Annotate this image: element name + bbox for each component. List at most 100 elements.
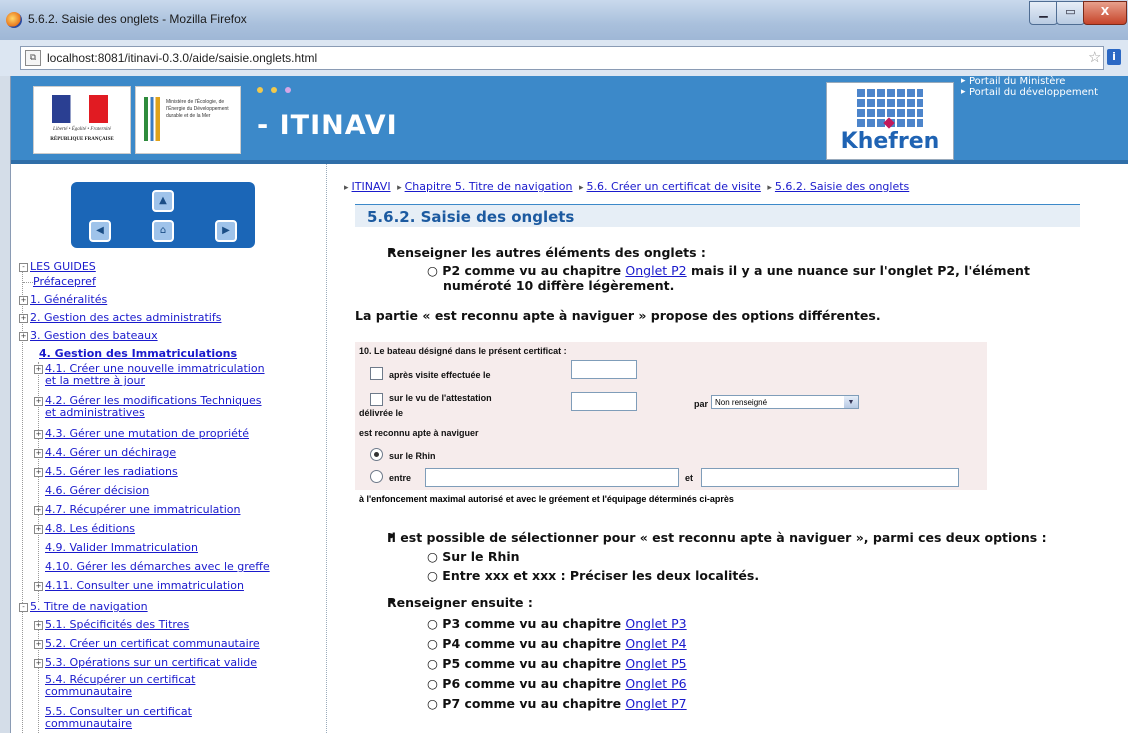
address-bar[interactable]: ⧉ localhost:8081/itinavi-0.3.0/aide/sais… [20, 46, 1104, 70]
tree-item[interactable]: 5.5. Consulter un certificat communautair… [45, 706, 192, 730]
expand-toggle-icon[interactable]: + [19, 295, 28, 305]
tree-item-label[interactable]: 5.2. Créer un certificat communautaire [45, 637, 260, 650]
sub-item-text: P6 comme vu au chapitre [442, 676, 626, 691]
tree-item[interactable]: +4.8. Les éditions [34, 522, 135, 535]
minimize-button[interactable]: ▁ [1029, 1, 1058, 25]
visit-checkbox[interactable] [370, 367, 383, 380]
par-select[interactable]: Non renseigné ▼ [711, 395, 859, 409]
entre-to-input[interactable] [701, 468, 959, 487]
tree-item[interactable]: 4.6. Gérer décision [45, 484, 149, 497]
rf-motto: Liberté • Égalité • Fraternité [53, 127, 111, 132]
tree-item-label[interactable]: 4.9. Valider Immatriculation [45, 541, 198, 554]
expand-toggle-icon[interactable]: + [34, 505, 43, 515]
close-button[interactable]: X [1083, 1, 1127, 25]
tree-item[interactable]: +1. Généralités [19, 293, 107, 306]
tree-item-label[interactable]: 4.7. Récupérer une immatriculation [45, 503, 240, 516]
maximize-button[interactable]: ▭ [1056, 1, 1085, 25]
tree-root[interactable]: - LES GUIDES [19, 260, 96, 273]
tree-item-label[interactable]: 2. Gestion des actes administratifs [30, 311, 221, 324]
expand-toggle-icon[interactable]: + [34, 581, 43, 591]
tree-item-label[interactable]: 3. Gestion des bateaux [30, 329, 158, 342]
tree-item[interactable]: +4.1. Créer une nouvelle immatriculation… [34, 363, 265, 387]
tree-item-label[interactable]: Préfacepref [33, 275, 96, 288]
tree-item-label-cont[interactable]: communautaire [45, 717, 132, 730]
tree-item[interactable]: +4.3. Gérer une mutation de propriété [34, 427, 249, 440]
tree-item[interactable]: +4.11. Consulter une immatriculation [34, 579, 244, 592]
tree-item[interactable]: -5. Titre de navigation [19, 600, 148, 613]
tree-item-label-cont[interactable]: et administratives [45, 406, 145, 419]
onglet-p2-link[interactable]: Onglet P2 [625, 263, 686, 278]
tree-item-label[interactable]: 4.11. Consulter une immatriculation [45, 579, 244, 592]
tree-item[interactable]: +4.7. Récupérer une immatriculation [34, 503, 240, 516]
tree-item[interactable]: 4.9. Valider Immatriculation [45, 541, 198, 554]
tree-item[interactable]: +3. Gestion des bateaux [19, 329, 158, 342]
rhin-radio[interactable] [370, 448, 383, 461]
expand-toggle-icon[interactable]: + [34, 658, 43, 668]
portal-link-developpement[interactable]: Portail du développement [961, 87, 1126, 98]
nav-previous-button[interactable]: ◀ [89, 220, 111, 242]
tree-item-label-cont[interactable]: et la mettre à jour [45, 374, 145, 387]
tree-item[interactable]: +5.1. Spécificités des Titres [34, 618, 189, 631]
portal-link-ministere[interactable]: Portail du Ministère [961, 76, 1126, 87]
onglet-p5-link[interactable]: Onglet P5 [625, 656, 686, 671]
breadcrumb-link[interactable]: Chapitre 5. Titre de navigation [405, 180, 573, 193]
tree-root-label[interactable]: LES GUIDES [30, 260, 96, 273]
chevron-down-icon[interactable]: ▼ [844, 396, 858, 408]
expand-toggle-icon[interactable]: + [34, 524, 43, 534]
et-label: et [685, 473, 694, 483]
tree-item-label[interactable]: 5. Titre de navigation [30, 600, 148, 613]
entre-radio[interactable] [370, 470, 383, 483]
nav-home-button[interactable]: ⌂ [152, 220, 174, 242]
tree-item-label-cont[interactable]: communautaire [45, 685, 132, 698]
tree-item[interactable]: +5.2. Créer un certificat communautaire [34, 637, 260, 650]
tree-item-label[interactable]: 1. Généralités [30, 293, 107, 306]
expand-toggle-icon[interactable]: + [34, 639, 43, 649]
onglet-p4-link[interactable]: Onglet P4 [625, 636, 686, 651]
tree-item[interactable]: Préfacepref [23, 275, 96, 288]
info-icon[interactable]: i [1107, 49, 1121, 65]
tree-item-label[interactable]: 4.8. Les éditions [45, 522, 135, 535]
tree-item-label[interactable]: 5.1. Spécificités des Titres [45, 618, 189, 631]
tree-item[interactable]: +4.2. Gérer les modifications Techniques… [34, 395, 262, 419]
breadcrumb-link[interactable]: ITINAVI [352, 180, 391, 193]
expand-toggle-icon[interactable]: + [34, 620, 43, 630]
tree-item-label[interactable]: 4.3. Gérer une mutation de propriété [45, 427, 249, 440]
tree-item-active[interactable]: 4. Gestion des Immatriculations [39, 347, 237, 360]
collapse-toggle-icon[interactable]: - [19, 262, 28, 272]
expand-toggle-icon[interactable]: + [34, 396, 43, 406]
tree-item[interactable]: +4.4. Gérer un déchirage [34, 446, 176, 459]
tree-item-label[interactable]: 4.5. Gérer les radiations [45, 465, 178, 478]
bookmark-star-icon[interactable]: ☆ [1088, 48, 1101, 66]
onglet-p6-link[interactable]: Onglet P6 [625, 676, 686, 691]
expand-toggle-icon[interactable]: + [34, 448, 43, 458]
attestation-checkbox[interactable] [370, 393, 383, 406]
tree-item-label[interactable]: 4.10. Gérer les démarches avec le greffe [45, 560, 270, 573]
tree-item[interactable]: +5.3. Opérations sur un certificat valid… [34, 656, 257, 669]
tree-item[interactable]: 4.10. Gérer les démarches avec le greffe [45, 560, 270, 573]
expand-toggle-icon[interactable]: + [34, 467, 43, 477]
nav-next-button[interactable]: ▶ [215, 220, 237, 242]
url-text[interactable]: localhost:8081/itinavi-0.3.0/aide/saisie… [47, 51, 317, 65]
visit-date-input[interactable] [571, 360, 637, 379]
expand-toggle-icon[interactable]: + [19, 331, 28, 341]
onglet-p7-link[interactable]: Onglet P7 [625, 696, 686, 711]
expand-toggle-icon[interactable]: + [19, 313, 28, 323]
breadcrumb-link[interactable]: 5.6. Créer un certificat de visite [587, 180, 761, 193]
breadcrumb-current[interactable]: 5.6.2. Saisie des onglets [775, 180, 909, 193]
collapse-toggle-icon[interactable]: - [19, 602, 28, 612]
bullet-text: Renseigner ensuite : [387, 595, 533, 610]
onglet-p3-link[interactable]: Onglet P3 [625, 616, 686, 631]
expand-toggle-icon[interactable]: + [34, 364, 43, 374]
tree-item-label[interactable]: 4.6. Gérer décision [45, 484, 149, 497]
entre-from-input[interactable] [425, 468, 679, 487]
tree-item[interactable]: +2. Gestion des actes administratifs [19, 311, 221, 324]
tree-item-label[interactable]: 5.3. Opérations sur un certificat valide [45, 656, 257, 669]
tree-item[interactable]: +4.5. Gérer les radiations [34, 465, 178, 478]
nav-up-button[interactable]: ▲ [152, 190, 174, 212]
tree-item-label[interactable]: 4.4. Gérer un déchirage [45, 446, 176, 459]
apte-label: est reconnu apte à naviguer [359, 428, 479, 438]
expand-toggle-icon[interactable]: + [34, 429, 43, 439]
attestation-date-input[interactable] [571, 392, 637, 411]
tree-item[interactable]: 5.4. Récupérer un certificat communautair… [45, 674, 195, 698]
tree-item-label[interactable]: 4. Gestion des Immatriculations [39, 347, 237, 360]
